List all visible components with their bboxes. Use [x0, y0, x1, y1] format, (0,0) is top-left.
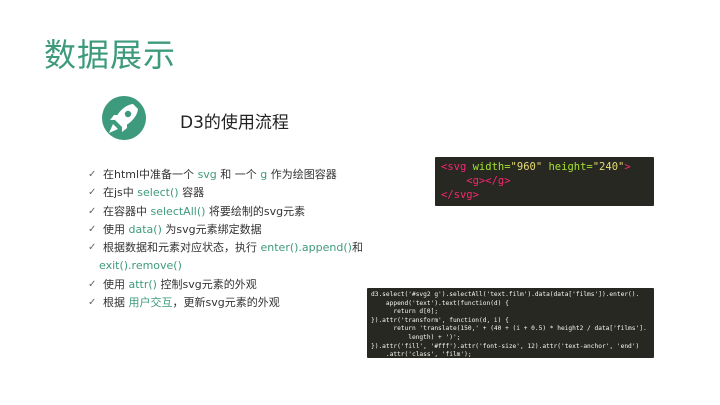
check-icon: ✓ — [88, 297, 97, 309]
code-width-attr: width= — [472, 161, 511, 173]
d3-code-block: d3.select('#svg2 g').selectAll('text.fil… — [367, 288, 654, 358]
step-text-mid: ，更新svg元素的外观 — [172, 296, 280, 310]
check-icon: ✓ — [88, 205, 97, 217]
step-item: exit().remove() — [88, 257, 428, 275]
code-line: .attr('class', 'film'); — [371, 351, 472, 358]
step-text-mid: 容器 — [178, 186, 205, 200]
step-item: ✓ 根据数据和元素对应状态，执行 enter().append()和 — [88, 239, 428, 257]
step-item: ✓ 使用 data() 为svg元素绑定数据 — [88, 221, 428, 239]
code-line: d3.select('#svg2 g').selectAll('text.fil… — [371, 291, 640, 298]
step-item: ✓ 在js中 select() 容器 — [88, 184, 428, 202]
step-item: ✓ 在html中准备一个 svg 和 一个 g 作为绘图容器 — [88, 166, 428, 184]
subtitle: D3的使用流程 — [180, 113, 289, 133]
code-svg-end: </svg> — [441, 189, 479, 201]
step-item: ✓ 在容器中 selectAll() 将要绘制的svg元素 — [88, 203, 428, 221]
code-svg-close-bracket: > — [624, 161, 631, 173]
code-line: }).attr('fill', '#fff').attr('font-size'… — [371, 342, 640, 350]
step-text-mid: 为svg元素绑定数据 — [161, 222, 262, 236]
check-icon: ✓ — [88, 223, 97, 235]
step-text-h1: selectAll() — [150, 204, 206, 218]
code-g-line: <g></g> — [441, 175, 511, 187]
check-icon: ✓ — [88, 187, 97, 199]
rocket-icon — [102, 96, 146, 140]
step-text-pre: 在html中准备一个 — [103, 168, 198, 181]
step-text-h1: enter().append() — [260, 241, 352, 255]
step-text-h1: 用户交互 — [128, 296, 173, 310]
code-height-val: "240" — [592, 161, 625, 173]
code-width-val: "960" — [510, 161, 543, 173]
step-text-pre: 在容器中 — [103, 204, 151, 218]
step-text-h1: attr() — [128, 277, 157, 291]
code-svg-open: <svg — [441, 161, 473, 173]
step-text-mid: 将要绘制的svg元素 — [205, 204, 306, 218]
step-text-h1: select() — [137, 186, 179, 200]
check-icon: ✓ — [88, 242, 97, 254]
step-text-mid: 控制svg元素的外观 — [156, 277, 257, 291]
step-text-post: 作为绘图容器 — [267, 168, 337, 181]
step-text-pre: 根据数据和元素对应状态，执行 — [103, 241, 261, 255]
step-text-mid: 和 — [351, 241, 363, 255]
slide-title: 数据展示 — [44, 36, 177, 74]
step-text-pre: 使用 — [103, 277, 129, 291]
step-text-h1: data() — [128, 222, 162, 236]
code-height-attr: height= — [542, 161, 593, 173]
slide: 数据展示 D3的使用流程 ✓ 在html中准备一个 svg 和 一个 g 作为绘图… — [0, 0, 720, 405]
step-text-pre: 在js中 — [103, 186, 138, 200]
step-text-mid: 和 一个 — [216, 168, 261, 181]
check-icon: ✓ — [88, 278, 97, 290]
step-text-h1: svg — [197, 168, 217, 181]
code-line: length) + ')'; — [371, 333, 461, 341]
code-line: return 'translate(150,' + (40 + (i + 0.5… — [371, 325, 647, 333]
svg-code-block: <svg width="960" height="240"> <g></g> <… — [435, 157, 654, 206]
check-icon: ✓ — [88, 169, 97, 180]
code-line: return d[0]; — [371, 308, 439, 316]
code-line: }).attr('transform', function(d, i) { — [371, 316, 509, 324]
step-text-pre: 使用 — [103, 222, 129, 236]
code-line: append('text').text(function(d) { — [371, 299, 509, 307]
step-text-pre: exit().remove() — [99, 259, 182, 273]
step-text-pre: 根据 — [103, 296, 129, 310]
